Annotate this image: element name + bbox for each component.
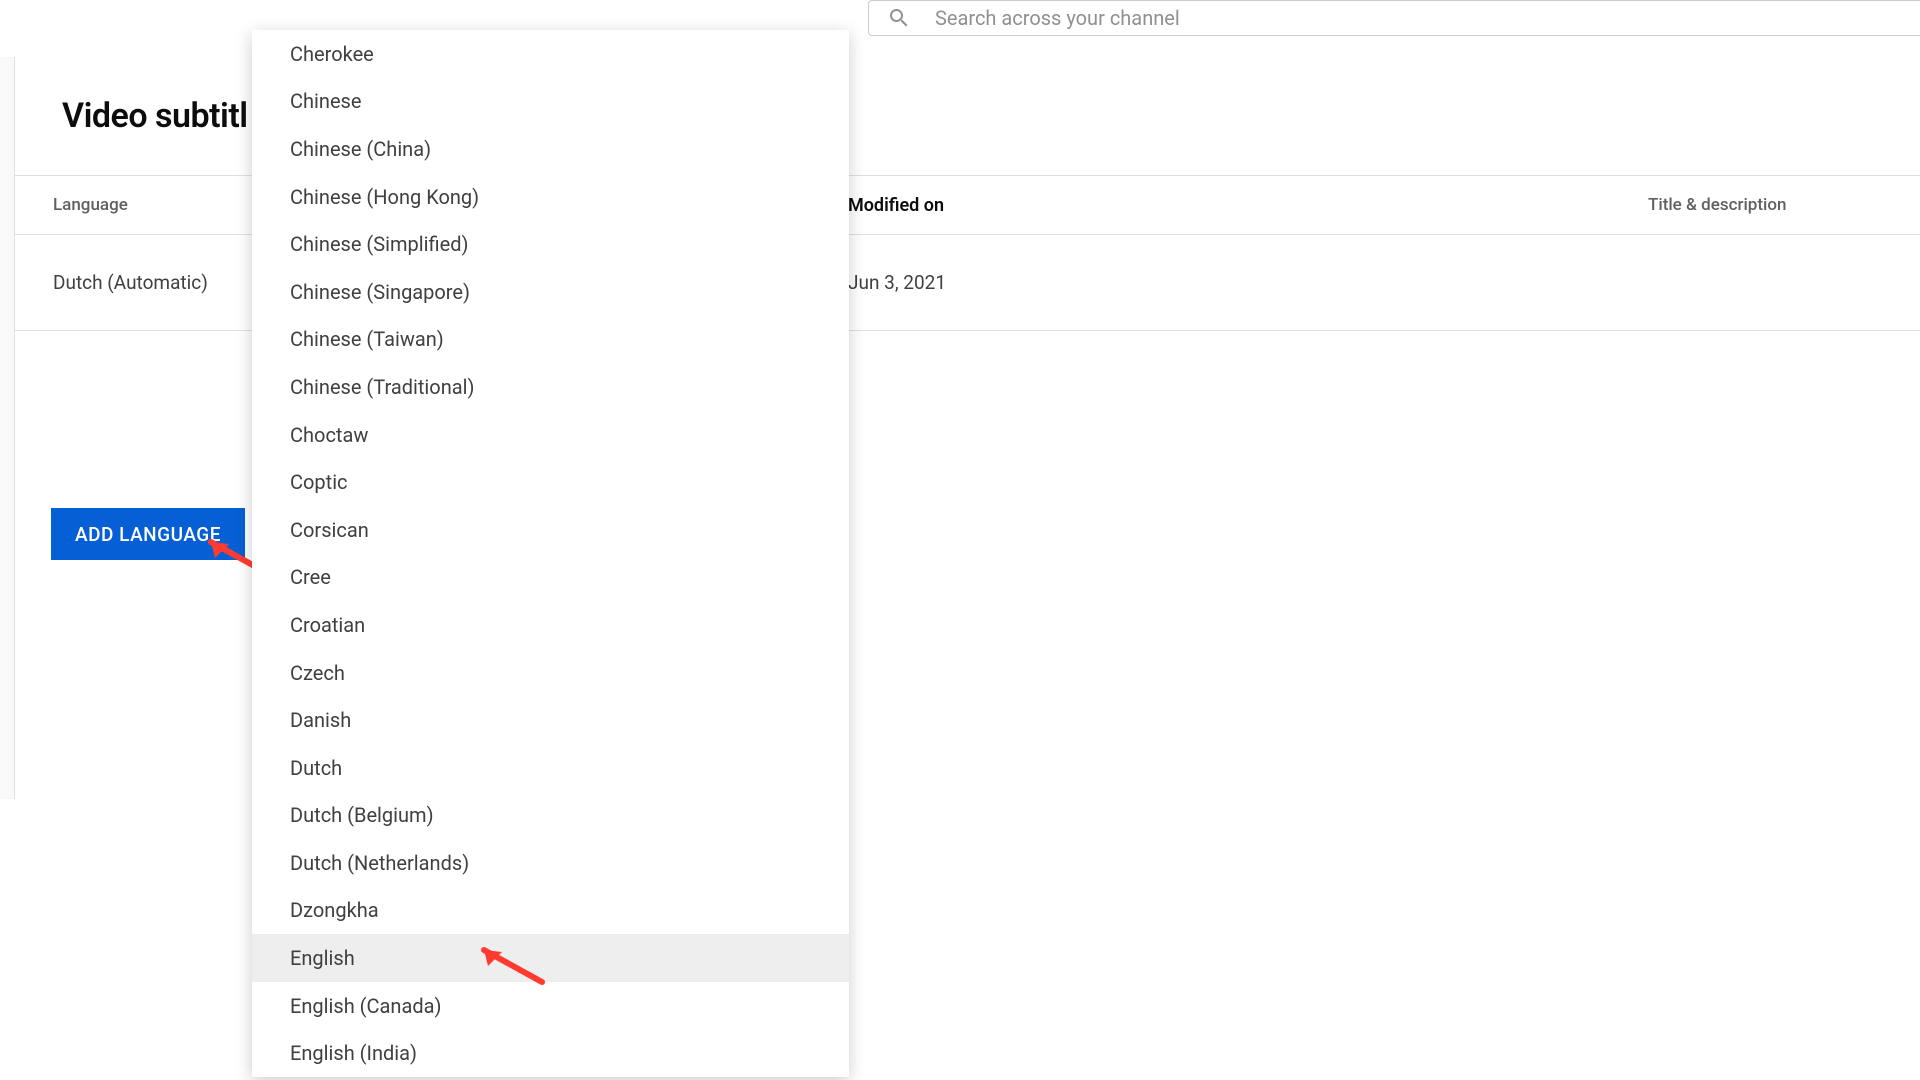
language-option[interactable]: Chinese: [252, 78, 849, 126]
language-option[interactable]: Cree: [252, 554, 849, 602]
search-bar[interactable]: [868, 0, 1920, 36]
language-option[interactable]: Czech: [252, 649, 849, 697]
language-option[interactable]: Chinese (Traditional): [252, 363, 849, 411]
page-title: Video subtitl: [62, 96, 248, 136]
search-input[interactable]: [935, 6, 1902, 30]
column-header-modified[interactable]: Modified on: [848, 195, 944, 216]
language-option[interactable]: Chinese (Taiwan): [252, 316, 849, 364]
language-option[interactable]: Dutch: [252, 744, 849, 792]
language-dropdown[interactable]: CherokeeChineseChinese (China)Chinese (H…: [252, 30, 849, 1077]
language-option[interactable]: Chinese (China): [252, 125, 849, 173]
sidebar-sliver: [0, 57, 15, 799]
language-option[interactable]: Corsican: [252, 506, 849, 554]
language-option[interactable]: Choctaw: [252, 411, 849, 459]
language-option[interactable]: Coptic: [252, 458, 849, 506]
language-option[interactable]: Croatian: [252, 601, 849, 649]
language-option[interactable]: Danish: [252, 696, 849, 744]
search-icon: [887, 6, 911, 30]
language-option[interactable]: Dzongkha: [252, 887, 849, 935]
add-language-button[interactable]: ADD LANGUAGE: [51, 508, 245, 560]
language-option[interactable]: Chinese (Singapore): [252, 268, 849, 316]
language-option[interactable]: English: [252, 934, 849, 982]
language-option[interactable]: Chinese (Hong Kong): [252, 173, 849, 221]
column-header-title-desc[interactable]: Title & description: [1648, 195, 1786, 215]
language-option[interactable]: English (Canada): [252, 982, 849, 1030]
row-modified: Jun 3, 2021: [848, 271, 946, 294]
language-option[interactable]: Dutch (Netherlands): [252, 839, 849, 887]
language-option[interactable]: Chinese (Simplified): [252, 220, 849, 268]
column-header-language[interactable]: Language: [53, 195, 128, 215]
language-option[interactable]: English (India): [252, 1029, 849, 1077]
language-option[interactable]: Dutch (Belgium): [252, 792, 849, 840]
row-language: Dutch (Automatic): [53, 271, 208, 294]
language-option[interactable]: Cherokee: [252, 30, 849, 78]
